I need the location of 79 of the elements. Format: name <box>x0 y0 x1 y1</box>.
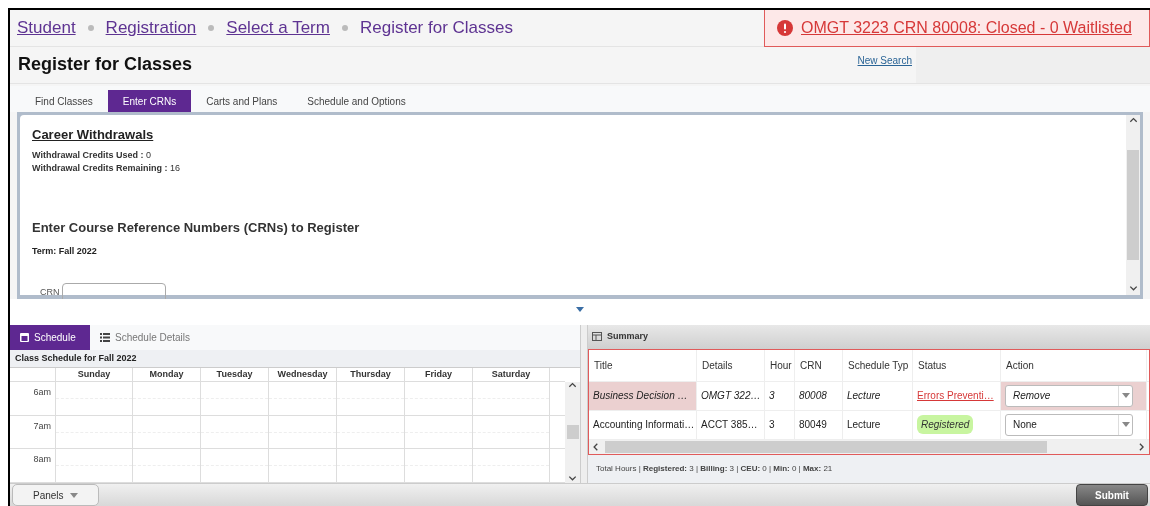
scrollbar-thumb[interactable] <box>1127 150 1139 261</box>
day-header: Monday <box>149 367 184 381</box>
caret-icon <box>69 492 78 498</box>
day-header: Friday <box>425 367 452 381</box>
table-cell-text: OMGT 322… <box>701 389 761 404</box>
day-header: Saturday <box>491 367 531 381</box>
page-title: Register for Classes <box>18 53 193 77</box>
scroll-down-icon[interactable] <box>568 475 577 483</box>
day-header: Thursday <box>350 367 391 381</box>
scroll-right-icon[interactable] <box>1137 442 1146 451</box>
alert-link[interactable]: OMGT 3223 CRN 80008: Closed - 0 Waitlisted <box>801 16 1132 40</box>
time-label: 8am <box>33 453 51 467</box>
calendar-icon <box>20 332 29 343</box>
total-hours-summary: Total Hours | Registered: 3 | Billing: 3 | CEU: 0 | Min: 0 | Max: 21 <box>596 462 833 475</box>
table-cell-text: 3 <box>769 418 775 433</box>
day-header: Sunday <box>77 367 111 381</box>
table-cell-text: Lecture <box>847 389 881 404</box>
panel-tab[interactable]: Schedule Details <box>90 324 201 350</box>
tab[interactable]: Schedule and Options <box>292 90 421 113</box>
withdrawals-heading: Career Withdrawals <box>32 126 155 145</box>
breadcrumb-link[interactable]: Student <box>17 15 76 41</box>
table-cell-text: Lecture <box>847 418 881 433</box>
collapse-arrow-icon[interactable] <box>576 307 584 313</box>
scroll-up-icon[interactable] <box>568 381 577 390</box>
table-cell-text: 3 <box>769 389 775 404</box>
time-label: 6am <box>33 385 51 399</box>
breadcrumb-separator-icon <box>87 25 94 31</box>
column-header: Status <box>918 358 947 373</box>
table-cell-text: 80008 <box>799 389 827 404</box>
column-header: Schedule Typ <box>848 358 909 373</box>
scrollbar-thumb[interactable] <box>605 440 1047 453</box>
status-badge: Registered <box>917 415 974 435</box>
panel-tab[interactable]: Schedule <box>10 324 90 350</box>
withdrawal-credits-used: Withdrawal Credits Used : 0 <box>32 148 152 162</box>
panels-button[interactable]: Panels <box>12 484 99 506</box>
scrollbar[interactable] <box>1126 115 1140 296</box>
crn-section-heading: Enter Course Reference Numbers (CRNs) to Register <box>32 218 361 237</box>
new-search-link[interactable]: New Search <box>857 53 912 68</box>
crn-label: CRN <box>40 286 60 300</box>
action-select[interactable]: Remove <box>1005 384 1133 407</box>
column-header: Title <box>594 358 613 373</box>
summary-title: Summary <box>607 330 649 344</box>
table-icon <box>592 332 602 342</box>
table-cell-text: 80049 <box>799 418 827 433</box>
status-link[interactable]: Errors Preventi… <box>917 388 994 404</box>
table-cell-text: Accounting Informati… <box>593 418 695 433</box>
crn-input-field[interactable] <box>61 282 166 300</box>
tab[interactable]: Enter CRNs <box>107 90 192 113</box>
withdrawal-credits-remaining: Withdrawal Credits Remaining : 16 <box>32 162 181 176</box>
caret-icon <box>1121 393 1130 399</box>
column-header: CRN <box>800 358 822 373</box>
tab[interactable]: Carts and Plans <box>191 90 293 113</box>
day-header: Wednesday <box>277 367 328 381</box>
breadcrumb-separator-icon <box>208 25 215 31</box>
time-label: 7am <box>33 419 51 433</box>
scroll-down-icon[interactable] <box>1128 285 1138 294</box>
breadcrumb-link[interactable]: Registration <box>105 15 197 41</box>
tab[interactable]: Find Classes <box>20 90 108 113</box>
scrollbar[interactable] <box>565 381 580 483</box>
schedule-title: Class Schedule for Fall 2022 <box>15 351 137 365</box>
day-header: Tuesday <box>216 367 253 381</box>
caret-icon <box>1121 422 1130 428</box>
column-header: Hour <box>770 358 792 373</box>
table-row[interactable]: Business Decision … OMGT 322… 3 80008 Lecture Errors Preventi… Remove <box>589 381 1149 411</box>
breadcrumb-link[interactable]: Select a Term <box>226 15 330 41</box>
table-cell-text: ACCT 385… <box>701 418 758 433</box>
table-row[interactable]: Accounting Informati… ACCT 385… 3 80049 Lecture Registered None <box>589 410 1149 440</box>
breadcrumb-separator-icon <box>341 25 348 31</box>
exclamation-icon <box>777 20 793 36</box>
column-header: Details <box>702 358 733 373</box>
scrollbar-thumb[interactable] <box>566 425 579 440</box>
term-label: Term: Fall 2022 <box>32 245 98 259</box>
column-header: Action <box>1006 358 1034 373</box>
table-cell-text: Business Decision … <box>593 389 688 404</box>
list-icon <box>100 332 110 342</box>
scroll-left-icon[interactable] <box>592 442 601 451</box>
submit-button[interactable]: Submit <box>1076 484 1148 506</box>
breadcrumb-current: Register for Classes <box>359 17 513 40</box>
action-select[interactable]: None <box>1005 413 1133 436</box>
